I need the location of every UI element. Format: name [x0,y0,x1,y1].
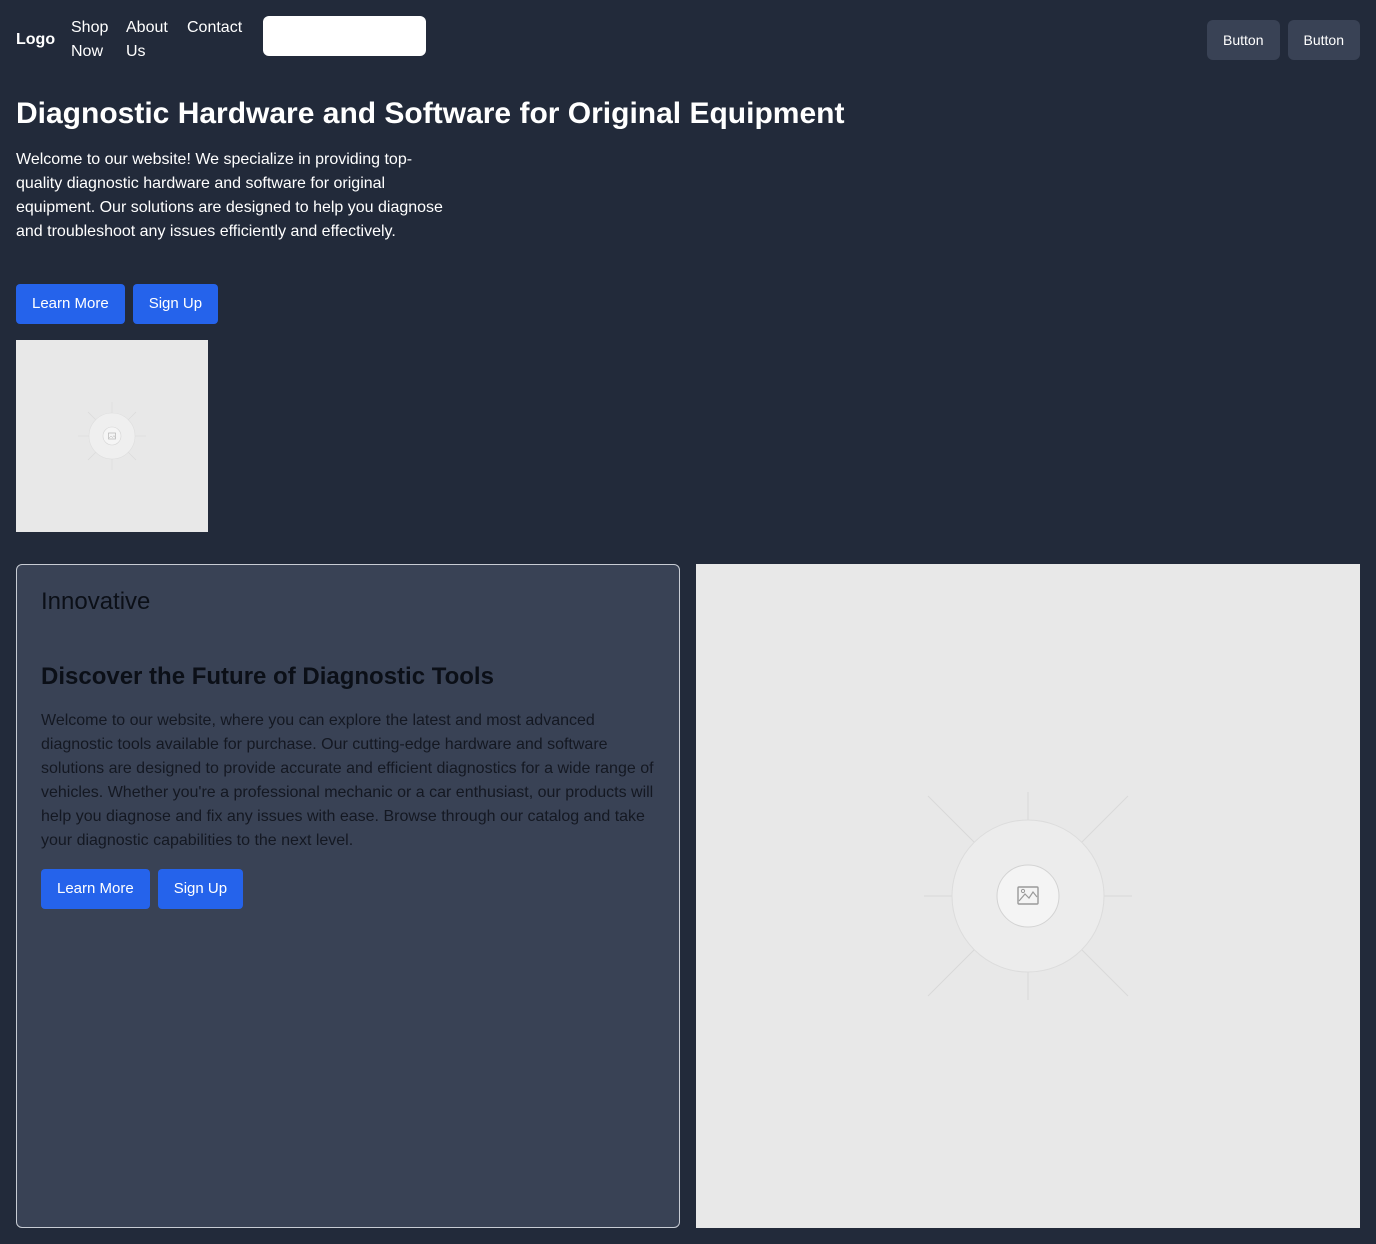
search-input[interactable] [263,16,426,56]
hero-actions: Learn More Sign Up [16,284,219,324]
header-actions: Button Button [1207,20,1360,60]
feature-learn-more-button[interactable]: Learn More [41,869,150,909]
nav-link-contact[interactable]: Contact [187,16,247,64]
hero-sign-up-button[interactable]: Sign Up [132,284,219,324]
feature-actions: Learn More Sign Up [41,869,244,909]
hero-image [16,340,208,532]
feature-eyebrow: Innovative [41,588,151,615]
header-button-2[interactable]: Button [1287,20,1360,60]
hero-title: Diagnostic Hardware and Software for Ori… [16,97,845,130]
image-placeholder-icon [924,792,1132,1000]
nav-link-about-us[interactable]: About Us [126,16,171,64]
hero-learn-more-button[interactable]: Learn More [16,284,125,324]
feature-image [696,564,1360,1228]
feature-description: Welcome to our website, where you can ex… [41,712,654,849]
site-header: Logo Shop Now About Us Contact Button Bu… [16,16,1360,64]
header-button-1[interactable]: Button [1207,20,1280,60]
feature-title: Discover the Future of Diagnostic Tools [41,663,494,690]
nav-link-shop-now[interactable]: Shop Now [71,16,110,64]
feature-card: Innovative Discover the Future of Diagno… [16,564,680,1228]
feature-sign-up-button[interactable]: Sign Up [157,869,244,909]
logo[interactable]: Logo [16,30,55,50]
main-nav: Shop Now About Us Contact [71,16,247,64]
image-placeholder-icon [78,402,146,470]
hero-description: Welcome to our website! We specialize in… [16,151,443,240]
